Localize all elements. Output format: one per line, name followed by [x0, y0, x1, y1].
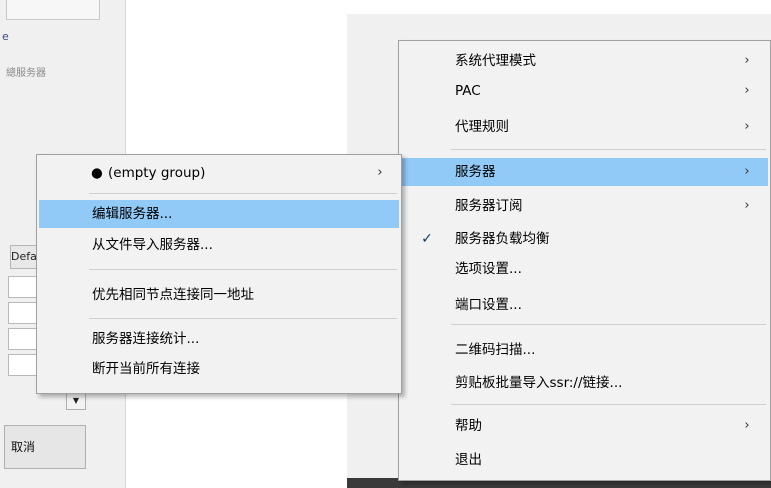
check-icon: ✓: [421, 231, 433, 247]
menu-item-label: 系统代理模式: [455, 53, 536, 69]
chevron-right-icon: ›: [744, 119, 750, 134]
dropdown-arrow-icon[interactable]: ▼: [66, 392, 86, 410]
menu-item-import-from-file[interactable]: 从文件导入服务器...: [39, 231, 399, 259]
servers-submenu: ● (empty group) › 编辑服务器... 从文件导入服务器... 优…: [36, 154, 402, 394]
menu-item-label: 剪贴板批量导入ssr://链接...: [455, 375, 623, 391]
dialog-group-label: 總服务器: [6, 68, 46, 79]
menu-item-qr-scan[interactable]: 二维码扫描...: [401, 336, 768, 364]
menu-item-options[interactable]: 选项设置...: [401, 255, 768, 283]
menu-separator: [451, 404, 766, 405]
menu-item-label: 退出: [455, 452, 482, 468]
menu-item-label: PAC: [455, 83, 481, 99]
menu-item-edit-servers[interactable]: 编辑服务器...: [39, 200, 399, 228]
menu-item-label: 优先相同节点连接同一地址: [92, 287, 254, 303]
menu-item-system-proxy-mode[interactable]: 系统代理模式 ›: [401, 47, 768, 75]
menu-item-label: 代理规则: [455, 119, 509, 135]
menu-item-same-node-same-address[interactable]: 优先相同节点连接同一地址: [39, 281, 399, 309]
chevron-right-icon: ›: [744, 53, 750, 68]
menu-item-empty-group[interactable]: ● (empty group) ›: [39, 159, 399, 187]
chevron-right-icon: ›: [377, 165, 383, 180]
top-button[interactable]: [6, 0, 100, 20]
bullet-icon: ●: [91, 165, 103, 181]
menu-item-label: 从文件导入服务器...: [92, 237, 213, 253]
menu-item-label: 端口设置...: [455, 297, 522, 313]
menu-separator: [89, 193, 397, 194]
menu-item-servers[interactable]: 服务器 ›: [401, 158, 768, 186]
menu-item-pac[interactable]: PAC ›: [401, 77, 768, 105]
menu-item-label: 服务器负载均衡: [455, 231, 550, 247]
cancel-button[interactable]: 取消: [4, 425, 86, 469]
menu-item-disconnect-all[interactable]: 断开当前所有连接: [39, 355, 399, 383]
menu-item-label: 服务器订阅: [455, 198, 523, 214]
menu-item-server-subscription[interactable]: 服务器订阅 ›: [401, 192, 768, 220]
menu-separator: [89, 318, 397, 319]
chevron-right-icon: ›: [744, 418, 750, 433]
menu-item-connection-stats[interactable]: 服务器连接统计...: [39, 325, 399, 353]
menu-item-help[interactable]: 帮助 ›: [401, 412, 768, 440]
menu-item-port-settings[interactable]: 端口设置...: [401, 291, 768, 319]
menu-item-label: (empty group): [108, 165, 206, 181]
chevron-right-icon: ›: [744, 164, 750, 179]
window-top-band: [347, 0, 771, 14]
menu-item-label: 选项设置...: [455, 261, 522, 277]
menu-item-label: 服务器连接统计...: [92, 331, 200, 347]
menu-separator: [451, 149, 766, 150]
dialog-label: e: [2, 30, 9, 43]
menu-item-clipboard-import[interactable]: 剪贴板批量导入ssr://链接...: [401, 369, 768, 397]
menu-separator: [89, 269, 397, 270]
menu-separator: [451, 324, 766, 325]
desktop: e 總服务器 Defa ▼ 取消 系统代理模式 › PAC › 代理规则 › 服…: [0, 0, 771, 488]
menu-item-load-balance[interactable]: ✓ 服务器负载均衡: [401, 225, 768, 253]
tray-context-menu: 系统代理模式 › PAC › 代理规则 › 服务器 › 服务器订阅 › ✓ 服务…: [398, 40, 771, 481]
menu-item-label: 帮助: [455, 418, 482, 434]
menu-item-proxy-rules[interactable]: 代理规则 ›: [401, 113, 768, 141]
menu-item-label: 二维码扫描...: [455, 342, 536, 358]
chevron-right-icon: ›: [744, 83, 750, 98]
menu-item-exit[interactable]: 退出: [401, 446, 768, 474]
chevron-right-icon: ›: [744, 198, 750, 213]
menu-item-label: 断开当前所有连接: [92, 361, 200, 377]
menu-item-label: 服务器: [455, 164, 496, 180]
menu-item-label: 编辑服务器...: [92, 206, 173, 222]
